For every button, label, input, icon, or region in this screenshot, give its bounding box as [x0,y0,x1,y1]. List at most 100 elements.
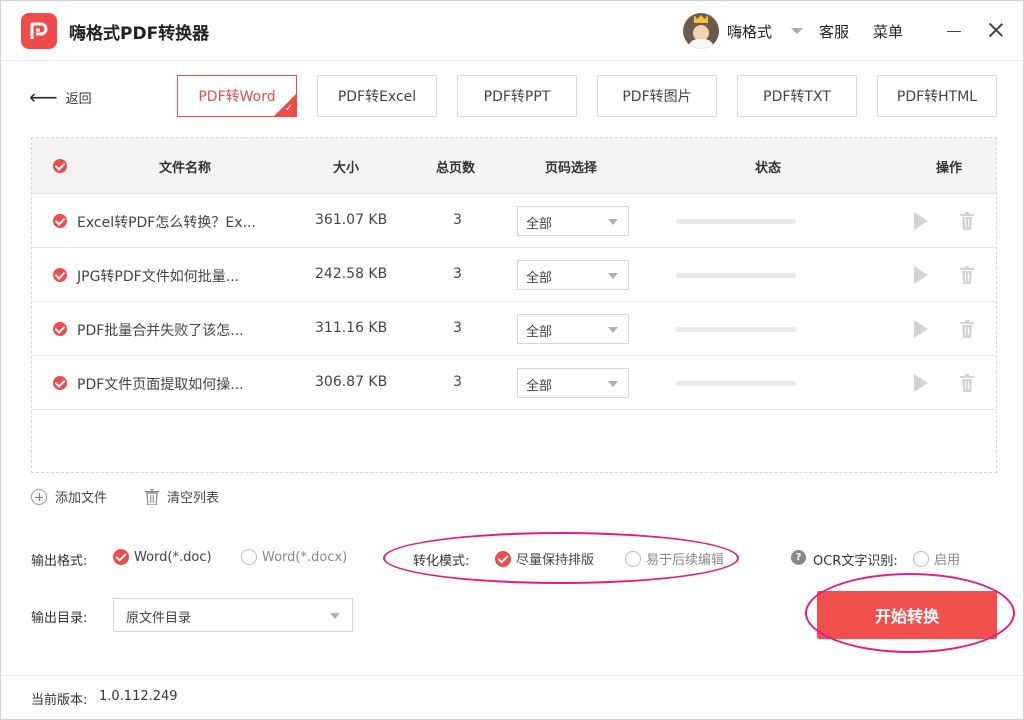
radio-checked-icon [113,549,129,565]
add-file-label: 添加文件 [55,491,108,506]
customer-service-link[interactable]: 客服 [819,21,849,42]
trash-icon [145,488,159,505]
output-dir-select[interactable]: 原文件目录 [113,598,353,632]
trash-icon[interactable] [959,374,975,392]
add-circle-icon [31,488,47,505]
file-size: 306.87 KB [315,374,388,390]
header-pages: 总页数 [436,161,476,176]
file-table: 文件名称 大小 总页数 页码选择 状态 操作 Excel转PDF怎么转换？Ex.… [31,137,997,473]
tab-label: PDF转Word [198,89,276,105]
minimize-icon[interactable] [947,31,961,32]
page-count: 3 [453,266,462,282]
close-icon[interactable] [987,21,1005,39]
tab-label: PDF转图片 [622,89,692,105]
avatar[interactable] [683,13,719,49]
play-icon[interactable] [914,320,928,338]
header-size: 大小 [333,161,360,176]
arrow-left-icon: ⟵ [29,85,58,109]
output-dir-value: 原文件目录 [126,611,192,626]
annotation-ellipse [383,532,739,584]
back-label: 返回 [65,91,92,107]
chevron-down-icon[interactable] [791,28,803,34]
annotation-ellipse [805,573,1015,653]
table-header: 文件名称 大小 总页数 页码选择 状态 操作 [32,138,996,194]
trash-icon[interactable] [959,266,975,284]
app-title: 嗨格式PDF转换器 [69,24,210,44]
progress-bar [676,327,796,332]
row-checkbox[interactable] [53,268,67,282]
header-file-name: 文件名称 [159,161,212,176]
header-status: 状态 [755,161,782,176]
progress-bar [676,381,796,386]
tab-pdf-to-html[interactable]: PDF转HTML [877,75,997,117]
page-range-select[interactable]: 全部 [517,260,629,290]
select-all-checkbox[interactable] [53,159,67,173]
trash-icon[interactable] [959,320,975,338]
output-format-label: 输出格式: [31,554,88,569]
tab-pdf-to-image[interactable]: PDF转图片 [597,75,717,117]
file-name: PDF批量合并失败了该怎... [77,323,244,339]
version-value: 1.0.112.249 [99,689,178,704]
help-icon[interactable]: ? [791,550,806,565]
checkmark-icon: ✓ [284,103,293,114]
table-row: PDF文件页面提取如何操... 306.87 KB 3 全部 [32,356,996,410]
page-range-value: 全部 [526,271,553,286]
progress-bar [676,273,796,278]
chevron-down-icon [608,219,618,225]
row-checkbox[interactable] [53,214,67,228]
tab-pdf-to-excel[interactable]: PDF转Excel [317,75,437,117]
menu-button[interactable]: 菜单 [873,21,903,42]
radio-unchecked-icon [913,550,929,567]
back-button[interactable]: ⟵ 返回 [29,85,92,109]
crown-icon [694,15,708,23]
tab-pdf-to-ppt[interactable]: PDF转PPT [457,75,577,117]
tab-label: PDF转HTML [896,89,978,105]
version-label: 当前版本: [31,693,88,708]
header-page-select: 页码选择 [545,161,598,176]
trash-icon[interactable] [959,212,975,230]
play-icon[interactable] [914,266,928,284]
file-name: JPG转PDF文件如何批量... [77,269,240,285]
page-range-value: 全部 [526,325,553,340]
format-doc-radio[interactable]: Word(*.doc) [113,549,212,565]
title-bar: 嗨格式PDF转换器 嗨格式 客服 菜单 [1,1,1023,61]
page-range-select[interactable]: 全部 [517,206,629,236]
add-file-button[interactable]: 添加文件 [31,487,107,506]
row-checkbox[interactable] [53,322,67,336]
format-doc-label: Word(*.doc) [134,549,212,565]
chevron-down-icon [608,381,618,387]
username[interactable]: 嗨格式 [727,21,772,42]
ocr-enable-radio[interactable]: 启用 [913,549,960,568]
chevron-down-icon [608,273,618,279]
file-name: PDF文件页面提取如何操... [77,377,244,393]
format-docx-radio[interactable]: Word(*.docx) [241,549,347,565]
tab-pdf-to-word[interactable]: PDF转Word ✓ [177,75,297,117]
play-icon[interactable] [914,374,928,392]
file-name: Excel转PDF怎么转换？Ex... [77,215,256,231]
format-docx-label: Word(*.docx) [262,549,348,565]
ocr-label: OCR文字识别: [813,554,898,569]
status-footer: 当前版本: 1.0.112.249 [1,675,1023,719]
table-row: JPG转PDF文件如何批量... 242.58 KB 3 全部 [32,248,996,302]
clear-list-label: 清空列表 [167,491,220,506]
table-row: PDF批量合并失败了该怎... 311.16 KB 3 全部 [32,302,996,356]
app-logo-icon [21,13,57,49]
play-icon[interactable] [914,212,928,230]
progress-bar [676,219,796,224]
chevron-down-icon [608,327,618,333]
page-range-value: 全部 [526,379,553,394]
tab-label: PDF转Excel [337,89,417,105]
page-count: 3 [453,320,462,336]
ocr-enable-label: 启用 [934,553,961,568]
page-range-select[interactable]: 全部 [517,314,629,344]
clear-list-button[interactable]: 清空列表 [145,487,219,506]
page-count: 3 [453,374,462,390]
table-row: Excel转PDF怎么转换？Ex... 361.07 KB 3 全部 [32,194,996,248]
page-range-select[interactable]: 全部 [517,368,629,398]
radio-unchecked-icon [241,549,257,565]
tab-pdf-to-txt[interactable]: PDF转TXT [737,75,857,117]
row-checkbox[interactable] [53,376,67,390]
page-count: 3 [453,212,462,228]
chevron-down-icon [330,613,340,619]
app-window: 嗨格式PDF转换器 嗨格式 客服 菜单 ⟵ 返回 PDF转Word ✓ PDF转… [0,0,1024,720]
